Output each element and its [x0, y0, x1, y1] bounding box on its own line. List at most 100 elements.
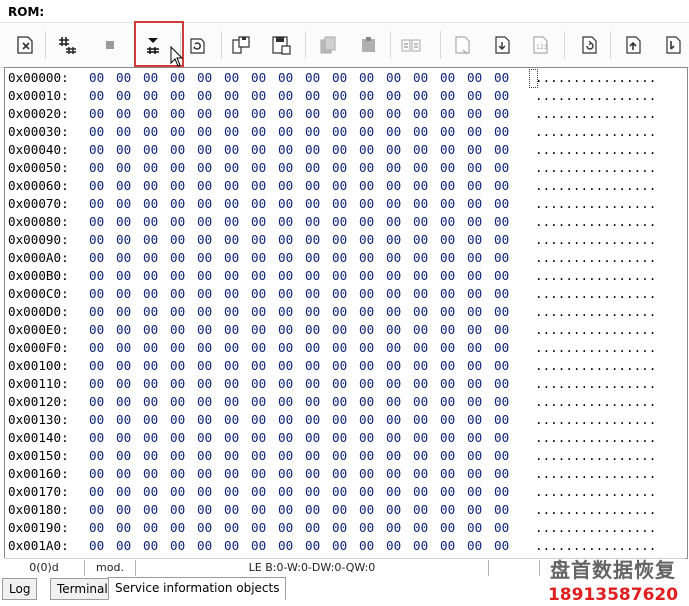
hex-byte[interactable]: 00 [413, 501, 428, 519]
hex-byte[interactable]: 00 [278, 321, 293, 339]
hex-byte[interactable]: 00 [359, 465, 374, 483]
hex-byte[interactable]: 00 [413, 321, 428, 339]
hex-byte[interactable]: 00 [89, 339, 104, 357]
hash-config-button[interactable] [52, 29, 82, 61]
hex-byte[interactable]: 00 [170, 231, 185, 249]
hex-byte[interactable]: 00 [332, 249, 347, 267]
hex-byte[interactable]: 00 [332, 393, 347, 411]
ascii-column[interactable]: ................ [535, 231, 656, 249]
hex-byte[interactable]: 00 [332, 375, 347, 393]
hex-byte[interactable]: 00 [224, 285, 239, 303]
hex-byte[interactable]: 00 [278, 195, 293, 213]
hex-byte[interactable]: 00 [359, 429, 374, 447]
hex-byte[interactable]: 00 [89, 123, 104, 141]
hex-byte[interactable]: 00 [386, 105, 401, 123]
hex-byte[interactable]: 00 [413, 231, 428, 249]
hex-byte[interactable]: 00 [251, 195, 266, 213]
hex-byte[interactable]: 00 [224, 69, 239, 87]
hex-byte[interactable]: 00 [413, 267, 428, 285]
hex-byte[interactable]: 00 [332, 465, 347, 483]
ascii-column[interactable]: ................ [535, 357, 656, 375]
hex-byte[interactable]: 00 [197, 123, 212, 141]
hex-byte[interactable]: 00 [170, 285, 185, 303]
hex-byte[interactable]: 00 [89, 249, 104, 267]
reload-button[interactable] [574, 29, 604, 61]
hex-byte[interactable]: 00 [305, 465, 320, 483]
hex-byte[interactable]: 00 [386, 141, 401, 159]
clear-rom-button[interactable] [10, 29, 40, 61]
hex-byte[interactable]: 00 [467, 393, 482, 411]
hex-byte[interactable]: 00 [494, 249, 509, 267]
hex-byte[interactable]: 00 [143, 123, 158, 141]
hex-byte[interactable]: 00 [359, 483, 374, 501]
hex-byte[interactable]: 00 [278, 249, 293, 267]
hex-byte[interactable]: 00 [386, 195, 401, 213]
hex-byte[interactable]: 00 [494, 375, 509, 393]
hex-byte[interactable]: 00 [89, 177, 104, 195]
hex-byte[interactable]: 00 [305, 141, 320, 159]
hex-byte[interactable]: 00 [170, 177, 185, 195]
hex-byte[interactable]: 00 [116, 339, 131, 357]
hex-byte[interactable]: 00 [467, 195, 482, 213]
hex-byte[interactable]: 00 [494, 69, 509, 87]
hex-byte[interactable]: 00 [116, 87, 131, 105]
hex-byte[interactable]: 00 [467, 429, 482, 447]
hex-byte[interactable]: 00 [197, 159, 212, 177]
hex-byte[interactable]: 00 [467, 465, 482, 483]
ascii-column[interactable]: ................ [535, 519, 656, 537]
hex-byte[interactable]: 00 [440, 69, 455, 87]
hex-byte[interactable]: 00 [224, 447, 239, 465]
hex-byte[interactable]: 00 [143, 177, 158, 195]
hex-byte[interactable]: 00 [413, 411, 428, 429]
hex-byte[interactable]: 00 [440, 249, 455, 267]
hex-byte[interactable]: 00 [467, 249, 482, 267]
hex-byte[interactable]: 00 [251, 447, 266, 465]
hex-byte[interactable]: 00 [278, 447, 293, 465]
hex-byte[interactable]: 00 [359, 303, 374, 321]
hex-byte[interactable]: 00 [494, 141, 509, 159]
hex-byte[interactable]: 00 [170, 105, 185, 123]
hex-byte[interactable]: 00 [278, 69, 293, 87]
hex-byte[interactable]: 00 [359, 231, 374, 249]
hex-byte[interactable]: 00 [224, 249, 239, 267]
hex-byte[interactable]: 00 [251, 303, 266, 321]
hex-byte[interactable]: 00 [89, 483, 104, 501]
new-file-button[interactable] [447, 29, 477, 61]
hex-byte[interactable]: 00 [251, 159, 266, 177]
hex-byte[interactable]: 00 [359, 501, 374, 519]
hex-byte[interactable]: 00 [116, 429, 131, 447]
hex-byte[interactable]: 00 [332, 267, 347, 285]
hex-byte[interactable]: 00 [116, 501, 131, 519]
hex-byte[interactable]: 00 [143, 231, 158, 249]
hex-byte[interactable]: 00 [359, 87, 374, 105]
hex-byte[interactable]: 00 [467, 339, 482, 357]
hex-byte[interactable]: 00 [143, 411, 158, 429]
hex-byte[interactable]: 00 [467, 159, 482, 177]
hex-byte[interactable]: 00 [116, 123, 131, 141]
hex-byte[interactable]: 00 [170, 375, 185, 393]
hex-byte[interactable]: 00 [386, 231, 401, 249]
hex-byte[interactable]: 00 [413, 375, 428, 393]
hex-byte[interactable]: 00 [305, 519, 320, 537]
hex-byte[interactable]: 00 [89, 303, 104, 321]
hex-byte[interactable]: 00 [386, 447, 401, 465]
hex-byte[interactable]: 00 [224, 303, 239, 321]
hex-byte[interactable]: 00 [467, 303, 482, 321]
paste-button[interactable] [353, 29, 383, 61]
hex-byte[interactable]: 00 [386, 465, 401, 483]
download-button[interactable] [487, 29, 517, 61]
hex-byte[interactable]: 00 [494, 465, 509, 483]
hex-byte[interactable]: 00 [170, 537, 185, 555]
hex-byte[interactable]: 00 [170, 321, 185, 339]
hex-byte[interactable]: 00 [278, 339, 293, 357]
ascii-column[interactable]: ................ [535, 195, 656, 213]
hex-byte[interactable]: 00 [440, 285, 455, 303]
hex-byte[interactable]: 00 [224, 411, 239, 429]
hex-byte[interactable]: 00 [413, 339, 428, 357]
hex-byte[interactable]: 00 [413, 141, 428, 159]
hex-byte[interactable]: 00 [197, 177, 212, 195]
hex-byte[interactable]: 00 [440, 105, 455, 123]
hex-byte[interactable]: 00 [251, 249, 266, 267]
hex-byte[interactable]: 00 [224, 105, 239, 123]
hex-byte[interactable]: 00 [359, 159, 374, 177]
